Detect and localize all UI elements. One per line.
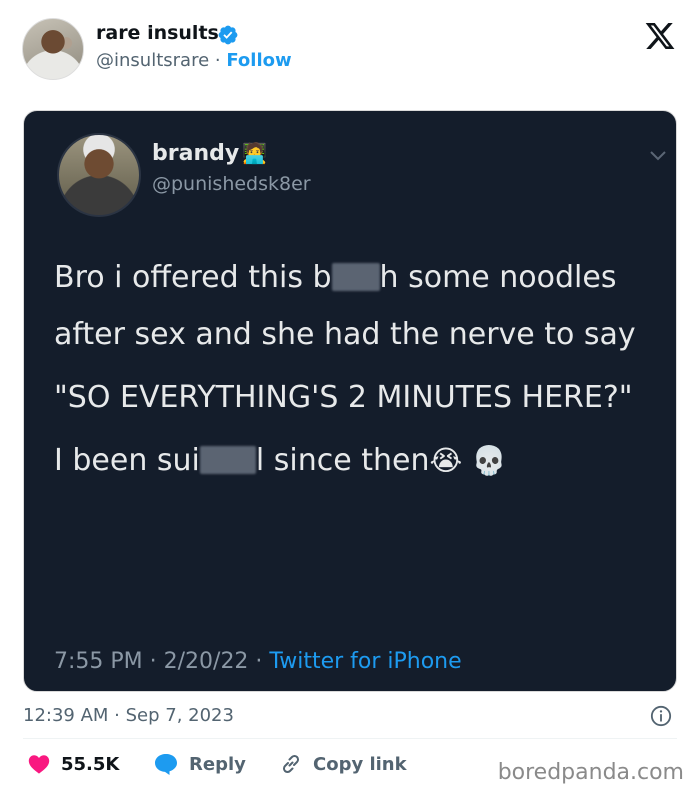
tweet-image[interactable]: brandy 🧑‍💻 @punishedsk8er Bro i offered …: [23, 110, 677, 692]
chevron-down-icon: [650, 151, 666, 161]
text-paragraph-3: I been sui l since then😭 💀: [54, 443, 507, 478]
text-paragraph-2: "SO EVERYTHING'S 2 MINUTES HERE?": [54, 380, 633, 415]
quoted-tweet-text: Bro i offered this bh some noodles after…: [54, 249, 664, 489]
reply-button[interactable]: Reply: [153, 752, 246, 776]
heart-icon: [28, 755, 50, 774]
like-count: 55.5K: [61, 753, 120, 775]
reply-label: Reply: [189, 753, 246, 775]
info-icon[interactable]: [650, 705, 672, 727]
copy-link-button[interactable]: Copy link: [279, 752, 407, 776]
quoted-name: brandy: [152, 141, 240, 166]
quoted-handle: @punishedsk8er: [152, 173, 311, 195]
link-icon: [282, 754, 300, 774]
x-logo-icon[interactable]: [643, 20, 677, 52]
quoted-avatar: [57, 133, 141, 217]
crying-emoji: 😭: [429, 444, 463, 477]
author-handle[interactable]: @insultsrare: [96, 50, 209, 71]
quoted-source: Twitter for iPhone: [269, 649, 462, 674]
quoted-name-emoji: 🧑‍💻: [242, 141, 267, 165]
reply-bubble-icon: [155, 754, 177, 775]
tweet-header: rare insults @insultsrare · Follow: [0, 0, 700, 100]
skull-emoji: 💀: [471, 444, 507, 477]
author-name[interactable]: rare insults: [96, 22, 219, 44]
like-button[interactable]: 55.5K: [27, 752, 119, 776]
author-handle-line: @insultsrare · Follow: [96, 50, 292, 71]
redaction-blur: [331, 263, 380, 291]
watermark: boredpanda.com: [497, 760, 684, 785]
copy-link-label: Copy link: [313, 753, 407, 775]
verified-badge-icon: [218, 25, 238, 45]
quoted-timestamp: 7:55 PM · 2/20/22 · Twitter for iPhone: [54, 649, 462, 674]
author-avatar[interactable]: [22, 18, 84, 80]
text-paragraph-1: Bro i offered this bh some noodles after…: [54, 260, 636, 352]
redaction-blur: [199, 446, 256, 474]
separator: ·: [214, 50, 221, 71]
divider: [23, 738, 677, 739]
follow-button[interactable]: Follow: [226, 50, 291, 71]
post-timestamp[interactable]: 12:39 AM · Sep 7, 2023: [23, 705, 234, 726]
